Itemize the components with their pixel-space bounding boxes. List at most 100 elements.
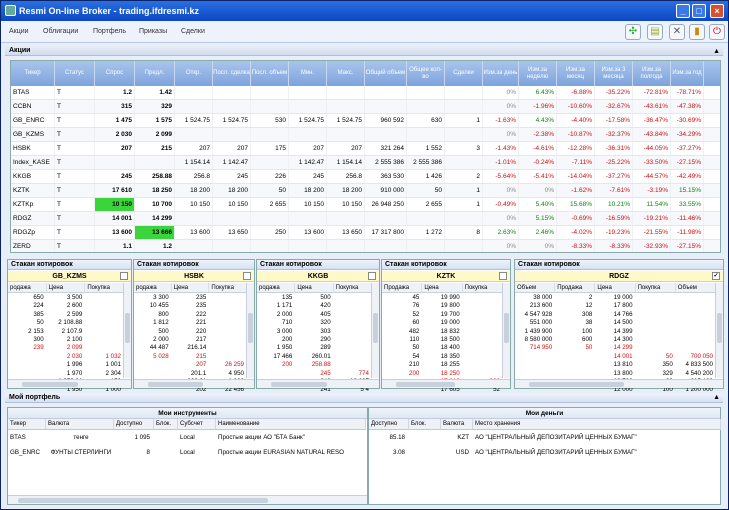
tools-icon[interactable]: ✕ — [669, 24, 685, 40]
table-row[interactable]: KZTK T 17 610 18 250 18 200 18 200 50 18 200 18 … — [11, 184, 720, 198]
scroll-thumb[interactable] — [717, 313, 722, 343]
column-header[interactable]: Изм.за год — [671, 61, 704, 86]
column-header[interactable]: Доступно — [369, 419, 409, 430]
column-header[interactable]: родажа — [8, 283, 47, 293]
column-header[interactable]: Продажа — [555, 283, 596, 293]
table-row[interactable]: KKGB T 245 258.88 256.8 245 226 245 256.8 363 530… — [11, 170, 720, 184]
table-row[interactable]: GB_ENRC T 1 475 1 575 1 524.75 1 524.75 530 1 5… — [11, 114, 720, 128]
table-cell: -3.19% — [633, 184, 671, 197]
column-header[interactable]: Цена — [295, 283, 334, 293]
vertical-scrollbar[interactable] — [502, 283, 510, 378]
column-header[interactable]: Посл. сделка — [213, 61, 251, 86]
table-row[interactable]: HSBK T 207 215 207 207 175 207 207 321 264 1 552 3-… — [11, 142, 720, 156]
notes-icon[interactable]: ▤ — [647, 24, 663, 40]
horizontal-scrollbar[interactable] — [515, 379, 723, 388]
column-header[interactable]: Объем — [675, 283, 716, 293]
column-header[interactable]: Продажа — [382, 283, 423, 293]
table-row[interactable]: GB_KZMS T 2 030 2 099 0% -2.38% -10.87% -32.37%… — [11, 128, 720, 142]
column-header[interactable]: Спрос — [95, 61, 135, 86]
scroll-thumb[interactable] — [271, 382, 327, 387]
column-header[interactable]: Покупка — [462, 283, 503, 293]
checkbox[interactable] — [368, 272, 376, 280]
table-row[interactable]: RDGZ T 14 001 14 299 0% 5.15% -0.69% -16.59% -19… — [11, 212, 720, 226]
column-header[interactable]: Общее кол-во — [407, 61, 445, 86]
column-header[interactable]: Блок. — [409, 419, 441, 430]
vertical-scrollbar[interactable] — [715, 283, 723, 378]
checkbox[interactable] — [243, 272, 251, 280]
column-header[interactable]: Изм.за 3 месяца — [595, 61, 633, 86]
menu-bonds[interactable]: Облигации — [43, 28, 78, 35]
scroll-thumb[interactable] — [22, 382, 79, 387]
column-header[interactable]: Блок. — [154, 419, 178, 430]
table-row[interactable]: BTAS T 1.2 1.42 0% 6.43% -6.88% -35.22% -72.81% -… — [11, 86, 720, 100]
table-row[interactable]: Index_KASE T 1 154.14 1 142.47 1 142.47 1 154… — [11, 156, 720, 170]
collapse-icon[interactable]: ▲ — [713, 393, 720, 403]
checkbox[interactable]: ✓ — [712, 272, 720, 280]
horizontal-scrollbar[interactable] — [382, 379, 510, 388]
column-header[interactable]: Покупка — [85, 283, 124, 293]
column-header[interactable]: Валюта — [46, 419, 114, 430]
menu-orders[interactable]: Приказы — [139, 28, 167, 35]
column-header[interactable]: Тикер — [11, 61, 55, 86]
column-header[interactable]: родажа — [134, 283, 172, 293]
table-row[interactable]: RDGZp T 13 600 13 666 13 600 13 650 250 13 600 1… — [11, 226, 720, 240]
column-header[interactable]: Цена — [46, 283, 86, 293]
column-header[interactable]: Покупка — [635, 283, 676, 293]
menu-deals[interactable]: Сделки — [181, 28, 205, 35]
column-header[interactable]: Цена — [171, 283, 210, 293]
column-header[interactable]: Цена — [422, 283, 463, 293]
table-row[interactable]: ZERD T 1.1 1.2 0% 0% -8.33% -8.33% -32.93% -27.15… — [11, 240, 720, 252]
column-header[interactable]: Покупка — [333, 283, 372, 293]
column-header[interactable]: Субсчет — [178, 419, 216, 430]
column-header[interactable]: Доступно — [114, 419, 154, 430]
scroll-thumb[interactable] — [125, 313, 130, 343]
scroll-thumb[interactable] — [248, 313, 253, 343]
column-header[interactable]: Общий объем — [365, 61, 407, 86]
network-icon[interactable]: ✣ — [625, 24, 641, 40]
horizontal-scrollbar[interactable] — [257, 379, 379, 388]
minimize-button[interactable]: _ — [676, 4, 690, 18]
column-header[interactable]: Объем — [515, 283, 556, 293]
maximize-button[interactable]: □ — [692, 4, 706, 18]
column-header[interactable]: Тикер — [8, 419, 46, 430]
column-header[interactable]: Место хранения — [473, 419, 721, 430]
scroll-thumb[interactable] — [148, 382, 203, 387]
column-header[interactable]: Изм.за неделю — [519, 61, 557, 86]
checkbox[interactable] — [499, 272, 507, 280]
column-header[interactable]: Изм.за полгода — [633, 61, 671, 86]
close-button[interactable]: × — [710, 4, 724, 18]
scroll-thumb[interactable] — [396, 382, 455, 387]
column-header[interactable]: Сделки — [445, 61, 483, 86]
column-header[interactable]: Откр. — [175, 61, 213, 86]
column-header[interactable]: Макс. — [327, 61, 365, 86]
menu-portfolio[interactable]: Портфель — [93, 28, 126, 35]
table-cell: CCBN — [11, 100, 55, 113]
lock-icon[interactable]: ▮ — [689, 24, 705, 40]
column-header[interactable]: Статус — [55, 61, 95, 86]
vertical-scrollbar[interactable] — [246, 283, 254, 378]
column-header[interactable]: Цена — [595, 283, 636, 293]
table-row[interactable]: KZTKp T 10 150 10 700 10 150 10 150 2 655 10 15… — [11, 198, 720, 212]
column-header[interactable]: Покупка — [209, 283, 247, 293]
column-header[interactable]: Посл. объем — [251, 61, 289, 86]
collapse-icon[interactable]: ▲ — [713, 47, 720, 57]
column-header[interactable]: Мин. — [289, 61, 327, 86]
scroll-thumb[interactable] — [529, 382, 624, 387]
column-header[interactable]: Наименование — [216, 419, 366, 430]
scroll-thumb[interactable] — [504, 313, 509, 343]
scroll-thumb[interactable] — [373, 313, 378, 343]
column-header[interactable]: Предл. — [135, 61, 175, 86]
column-header[interactable]: Изм.за день — [483, 61, 519, 86]
exit-icon[interactable]: ⏻ — [709, 24, 725, 40]
menu-stocks[interactable]: Акции — [9, 28, 29, 35]
horizontal-scrollbar[interactable] — [8, 495, 367, 504]
horizontal-scrollbar[interactable] — [8, 379, 131, 388]
table-row[interactable]: CCBN T 315 329 0% -1.96% -10.60% -32.67% -43.61%… — [11, 100, 720, 114]
vertical-scrollbar[interactable] — [123, 283, 131, 378]
vertical-scrollbar[interactable] — [371, 283, 379, 378]
column-header[interactable]: родажа — [257, 283, 296, 293]
horizontal-scrollbar[interactable] — [134, 379, 254, 388]
column-header[interactable]: Изм.за месяц — [557, 61, 595, 86]
checkbox[interactable] — [120, 272, 128, 280]
column-header[interactable]: Валюта — [441, 419, 473, 430]
